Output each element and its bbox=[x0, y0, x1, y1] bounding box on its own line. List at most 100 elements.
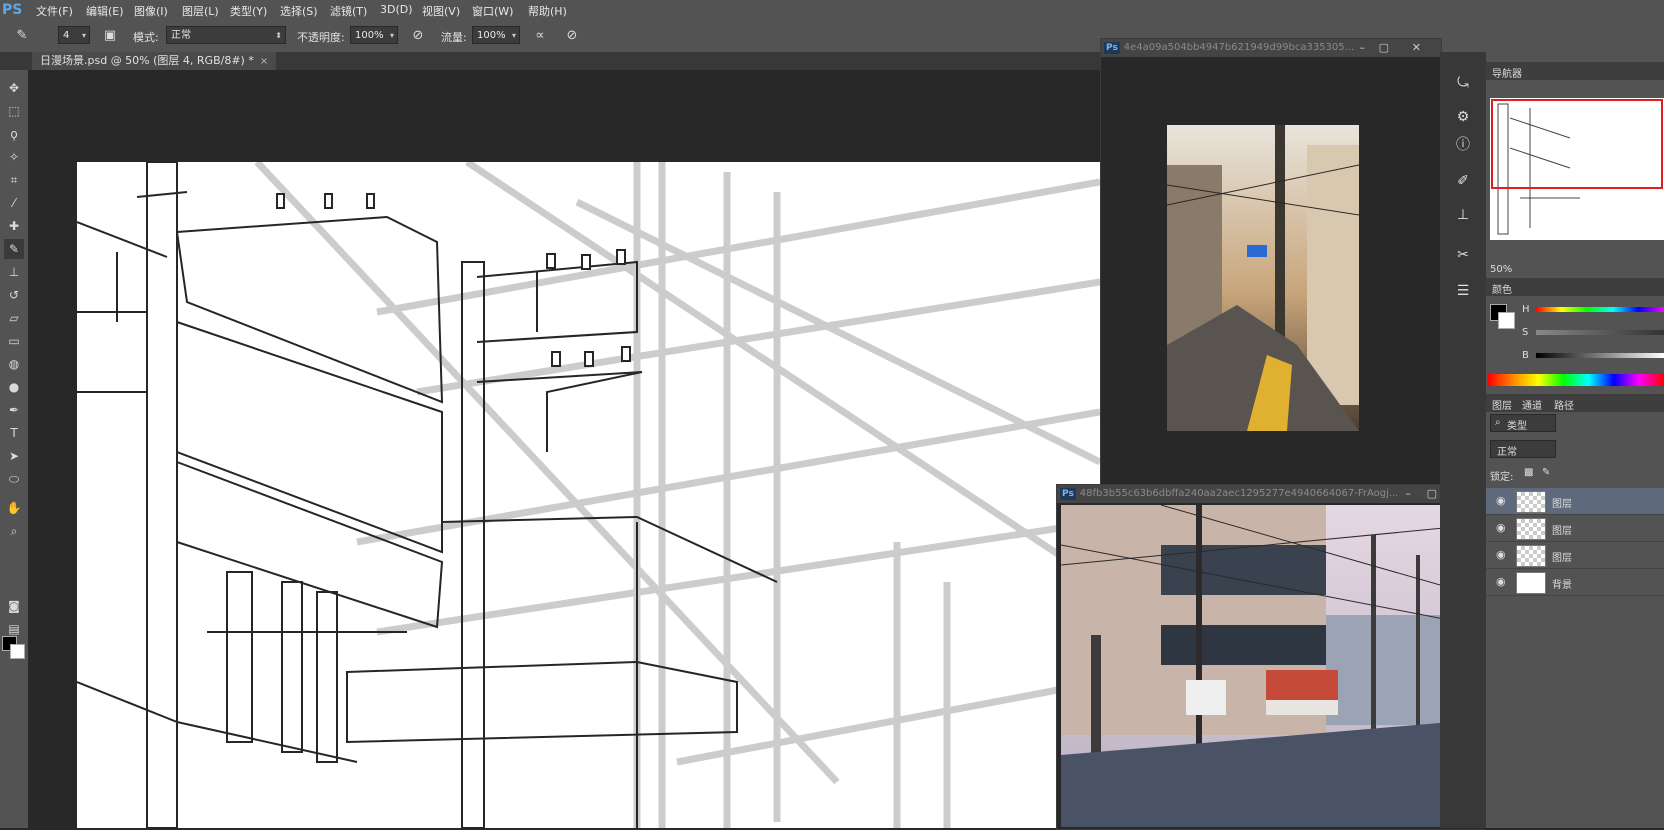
layer-row[interactable]: ◉ 背景 bbox=[1486, 569, 1664, 596]
color-background-swatch[interactable] bbox=[1498, 312, 1515, 329]
window-titlebar[interactable]: Ps 48fb3b55c63b6dbffa240aa2aec1295277e494… bbox=[1057, 485, 1483, 503]
lock-transparency-icon[interactable]: ▩ bbox=[1524, 467, 1533, 478]
mode-select[interactable]: 正常 ⬍ bbox=[166, 26, 286, 44]
color-ramp[interactable] bbox=[1488, 374, 1664, 386]
pressure-opacity-icon[interactable]: ⊘ bbox=[408, 26, 428, 46]
layer-name[interactable]: 图层 bbox=[1552, 549, 1572, 564]
eye-icon[interactable]: ◉ bbox=[1496, 548, 1506, 561]
background-color-swatch[interactable] bbox=[10, 644, 25, 659]
brightness-slider[interactable] bbox=[1536, 353, 1664, 358]
tab-color[interactable]: 颜色 bbox=[1492, 281, 1512, 296]
hand-tool-icon[interactable]: ✋ bbox=[4, 498, 24, 518]
eye-icon[interactable]: ◉ bbox=[1496, 494, 1506, 507]
maximize-icon[interactable]: ▢ bbox=[1427, 485, 1437, 503]
pen-tool-icon[interactable]: ✒ bbox=[4, 400, 24, 420]
move-tool-icon[interactable]: ✥ bbox=[4, 78, 24, 98]
saturation-slider[interactable] bbox=[1536, 330, 1664, 335]
menu-layer[interactable]: 图层(L) bbox=[182, 3, 219, 19]
menu-filter[interactable]: 滤镜(T) bbox=[330, 3, 367, 19]
close-icon[interactable]: ✕ bbox=[1412, 39, 1421, 57]
marquee-tool-icon[interactable]: ⬚ bbox=[4, 101, 24, 121]
reference-photo-street bbox=[1061, 505, 1475, 827]
menu-file[interactable]: 文件(F) bbox=[36, 3, 73, 19]
document-tab[interactable]: 日漫场景.psd @ 50% (图层 4, RGB/8#) * × bbox=[32, 52, 277, 70]
reference-window-2[interactable]: Ps 48fb3b55c63b6dbffa240aa2aec1295277e494… bbox=[1056, 484, 1484, 830]
airbrush-icon[interactable]: ∝ bbox=[530, 26, 550, 46]
blend-mode-select[interactable]: 正常 bbox=[1490, 440, 1556, 458]
menu-window[interactable]: 窗口(W) bbox=[472, 3, 513, 19]
eye-icon[interactable]: ◉ bbox=[1496, 575, 1506, 588]
brush-presets-icon[interactable]: ✐ bbox=[1452, 170, 1474, 192]
info-icon[interactable]: ⓘ bbox=[1452, 134, 1474, 156]
ps-badge: Ps bbox=[1060, 488, 1076, 500]
quick-mask-icon[interactable]: ◙ bbox=[4, 596, 24, 616]
hue-slider[interactable] bbox=[1536, 307, 1664, 312]
menu-type[interactable]: 类型(Y) bbox=[230, 3, 267, 19]
menu-edit[interactable]: 编辑(E) bbox=[86, 3, 124, 19]
layer-filter-value: 类型 bbox=[1507, 421, 1527, 432]
chevron-down-icon: ▾ bbox=[81, 31, 86, 40]
lasso-tool-icon[interactable]: ϙ bbox=[4, 124, 24, 144]
tab-layers[interactable]: 图层 bbox=[1492, 397, 1512, 412]
adjustments-icon[interactable]: ☰ bbox=[1452, 280, 1474, 302]
navigator-zoom[interactable]: 50% bbox=[1490, 264, 1512, 275]
eye-icon[interactable]: ◉ bbox=[1496, 521, 1506, 534]
lock-label: 锁定: bbox=[1490, 472, 1514, 483]
clone-source-icon[interactable]: ⊥ bbox=[1452, 204, 1474, 226]
layer-row[interactable]: ◉ 图层 bbox=[1486, 542, 1664, 569]
menu-select[interactable]: 选择(S) bbox=[280, 3, 318, 19]
layer-name[interactable]: 图层 bbox=[1552, 522, 1572, 537]
document-canvas[interactable] bbox=[76, 159, 1100, 828]
tab-paths[interactable]: 路径 bbox=[1554, 397, 1574, 412]
brush-preset-icon[interactable]: ✎ bbox=[12, 26, 32, 46]
minimize-icon[interactable]: – bbox=[1406, 485, 1412, 503]
history-brush-tool-icon[interactable]: ↺ bbox=[4, 285, 24, 305]
navigator-preview bbox=[1491, 99, 1663, 235]
type-tool-icon[interactable]: T bbox=[4, 423, 24, 443]
path-selection-tool-icon[interactable]: ➤ bbox=[4, 446, 24, 466]
lock-brush-icon[interactable]: ✎ bbox=[1542, 467, 1550, 478]
eyedropper-tool-icon[interactable]: ⁄ bbox=[4, 193, 24, 213]
healing-brush-tool-icon[interactable]: ✚ bbox=[4, 216, 24, 236]
pressure-size-icon[interactable]: ⊘ bbox=[562, 26, 582, 46]
maximize-icon[interactable]: ▢ bbox=[1379, 39, 1389, 57]
brush-size-value: 4 bbox=[63, 30, 70, 41]
brush-size-picker[interactable]: 4 ▾ bbox=[58, 26, 90, 44]
hue-label: H bbox=[1522, 304, 1530, 315]
brush-tool-icon[interactable]: ✎ bbox=[4, 239, 24, 259]
brush-panel-icon[interactable]: ▣ bbox=[100, 26, 120, 46]
shape-tool-icon[interactable]: ⬭ bbox=[4, 469, 24, 489]
tab-channels[interactable]: 通道 bbox=[1522, 397, 1542, 412]
blur-tool-icon[interactable]: ◍ bbox=[4, 354, 24, 374]
magic-wand-tool-icon[interactable]: ✧ bbox=[4, 147, 24, 167]
history-icon[interactable]: ⤿ bbox=[1452, 72, 1474, 94]
saturation-label: S bbox=[1522, 327, 1529, 338]
layer-name[interactable]: 图层 bbox=[1552, 495, 1572, 510]
flow-field[interactable]: 100% ▾ bbox=[472, 26, 520, 44]
crop-tool-icon[interactable]: ⌗ bbox=[4, 170, 24, 190]
menu-image[interactable]: 图像(I) bbox=[134, 3, 168, 19]
menu-help[interactable]: 帮助(H) bbox=[528, 3, 567, 19]
menu-3d[interactable]: 3D(D) bbox=[380, 3, 413, 16]
layer-row[interactable]: ◉ 图层 bbox=[1486, 488, 1664, 515]
navigator-thumbnail[interactable] bbox=[1490, 98, 1664, 240]
eraser-tool-icon[interactable]: ▱ bbox=[4, 308, 24, 328]
minimize-icon[interactable]: – bbox=[1360, 39, 1366, 57]
close-icon[interactable]: × bbox=[260, 56, 268, 67]
window-titlebar[interactable]: Ps 4e4a09a504bb4947b621949d99bca335305...… bbox=[1101, 39, 1441, 57]
screen-mode-icon[interactable]: ▤ bbox=[4, 619, 24, 639]
ps-badge: Ps bbox=[1104, 42, 1120, 54]
menu-view[interactable]: 视图(V) bbox=[422, 3, 460, 19]
gradient-tool-icon[interactable]: ▭ bbox=[4, 331, 24, 351]
tab-navigator[interactable]: 导航器 bbox=[1492, 65, 1522, 80]
reference-window-1[interactable]: Ps 4e4a09a504bb4947b621949d99bca335305...… bbox=[1100, 38, 1442, 485]
properties-icon[interactable]: ⚙ bbox=[1452, 106, 1474, 128]
clone-stamp-tool-icon[interactable]: ⊥ bbox=[4, 262, 24, 282]
opacity-field[interactable]: 100% ▾ bbox=[350, 26, 398, 44]
dodge-tool-icon[interactable]: ● bbox=[4, 377, 24, 397]
layer-filter-select[interactable]: ⌕ 类型 bbox=[1490, 414, 1556, 432]
tool-presets-icon[interactable]: ✂ bbox=[1452, 244, 1474, 266]
zoom-tool-icon[interactable]: ⌕ bbox=[4, 521, 24, 541]
layer-row[interactable]: ◉ 图层 bbox=[1486, 515, 1664, 542]
layer-name[interactable]: 背景 bbox=[1552, 576, 1572, 591]
